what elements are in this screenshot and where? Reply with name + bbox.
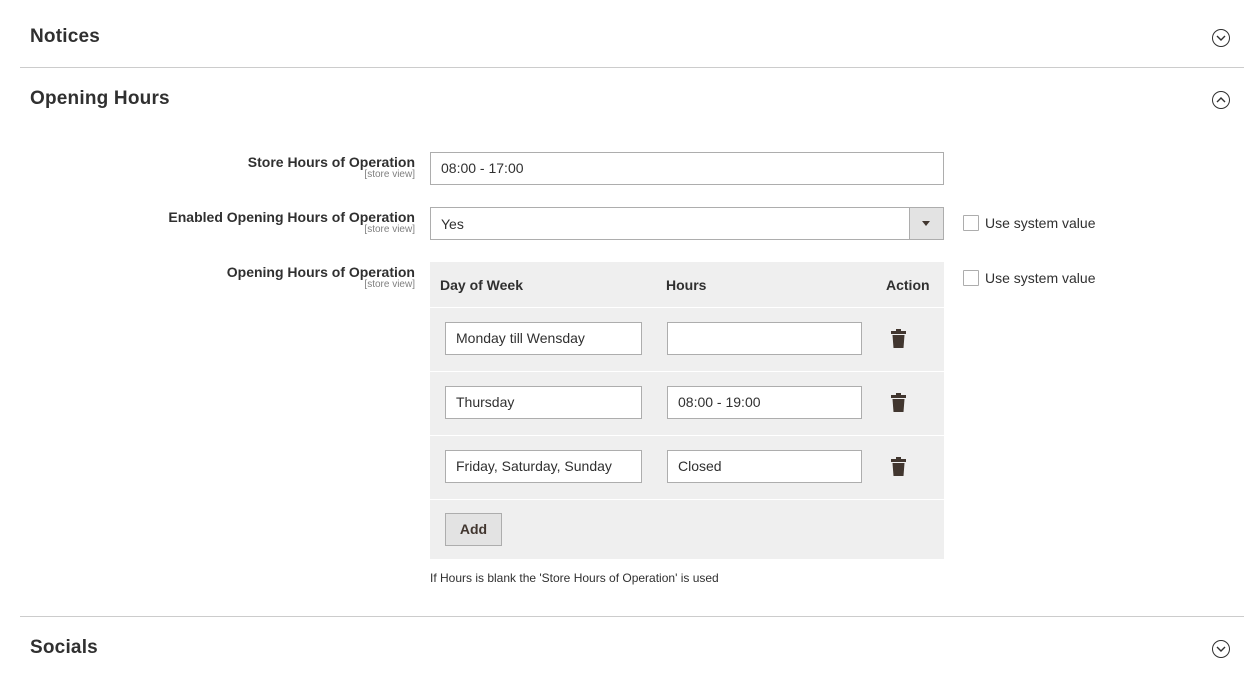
store-hours-label: Store Hours of Operation [store view] (248, 154, 415, 180)
trash-icon[interactable] (891, 457, 906, 481)
enabled-hours-selected-value: Yes (441, 216, 464, 232)
use-system-value-label: Use system value (985, 215, 1096, 231)
table-row: Monday till Wensday (430, 307, 944, 371)
enabled-hours-use-system-value[interactable]: Use system value (963, 215, 1095, 231)
day-input[interactable]: Friday, Saturday, Sunday (445, 450, 642, 483)
day-input[interactable]: Monday till Wensday (445, 322, 642, 355)
trash-icon[interactable] (891, 393, 906, 417)
store-hours-scope: [store view] (364, 169, 415, 180)
section-socials[interactable]: Socials (20, 616, 1244, 686)
use-system-value-checkbox[interactable] (963, 270, 979, 286)
store-hours-label-text: Store Hours of Operation (247, 154, 415, 170)
column-header-hours: Hours (666, 277, 707, 293)
section-title-notices: Notices (30, 26, 101, 47)
hours-input[interactable]: 08:00 - 19:00 (667, 386, 862, 419)
select-arrow-button[interactable] (909, 208, 943, 239)
enabled-hours-scope: [store view] (364, 224, 415, 235)
section-title-opening-hours[interactable]: Opening Hours (30, 88, 170, 110)
column-header-action: Action (886, 277, 930, 293)
enabled-hours-label-text: Enabled Opening Hours of Operation (168, 209, 415, 225)
opening-hours-scope: [store view] (364, 279, 415, 290)
opening-hours-use-system-value[interactable]: Use system value (963, 270, 1095, 286)
opening-hours-label: Opening Hours of Operation [store view] (227, 264, 415, 290)
trash-icon[interactable] (891, 329, 906, 353)
chevron-down-icon[interactable] (1212, 29, 1230, 47)
section-notices[interactable]: Notices (20, 0, 1244, 68)
column-header-day: Day of Week (440, 277, 523, 293)
hours-input[interactable]: Closed (667, 450, 862, 483)
add-row (430, 499, 944, 559)
day-input[interactable]: Thursday (445, 386, 642, 419)
store-hours-input[interactable]: 08:00 - 17:00 (430, 152, 944, 185)
add-button[interactable]: Add (445, 513, 502, 546)
hours-input[interactable] (667, 322, 862, 355)
hours-note: If Hours is blank the 'Store Hours of Op… (430, 571, 719, 585)
chevron-down-icon[interactable] (1212, 640, 1230, 658)
table-row: Friday, Saturday, Sunday Closed (430, 435, 944, 499)
table-row: Thursday 08:00 - 19:00 (430, 371, 944, 435)
enabled-hours-label: Enabled Opening Hours of Operation [stor… (168, 209, 415, 235)
use-system-value-checkbox[interactable] (963, 215, 979, 231)
caret-down-icon (922, 221, 930, 226)
section-title-socials: Socials (30, 637, 98, 658)
enabled-hours-select[interactable]: Yes (430, 207, 944, 240)
opening-hours-label-text: Opening Hours of Operation (226, 264, 415, 280)
opening-hours-grid: Day of Week Hours Action Monday till Wen… (430, 262, 944, 559)
use-system-value-label: Use system value (985, 270, 1096, 286)
chevron-up-icon[interactable] (1212, 91, 1230, 109)
